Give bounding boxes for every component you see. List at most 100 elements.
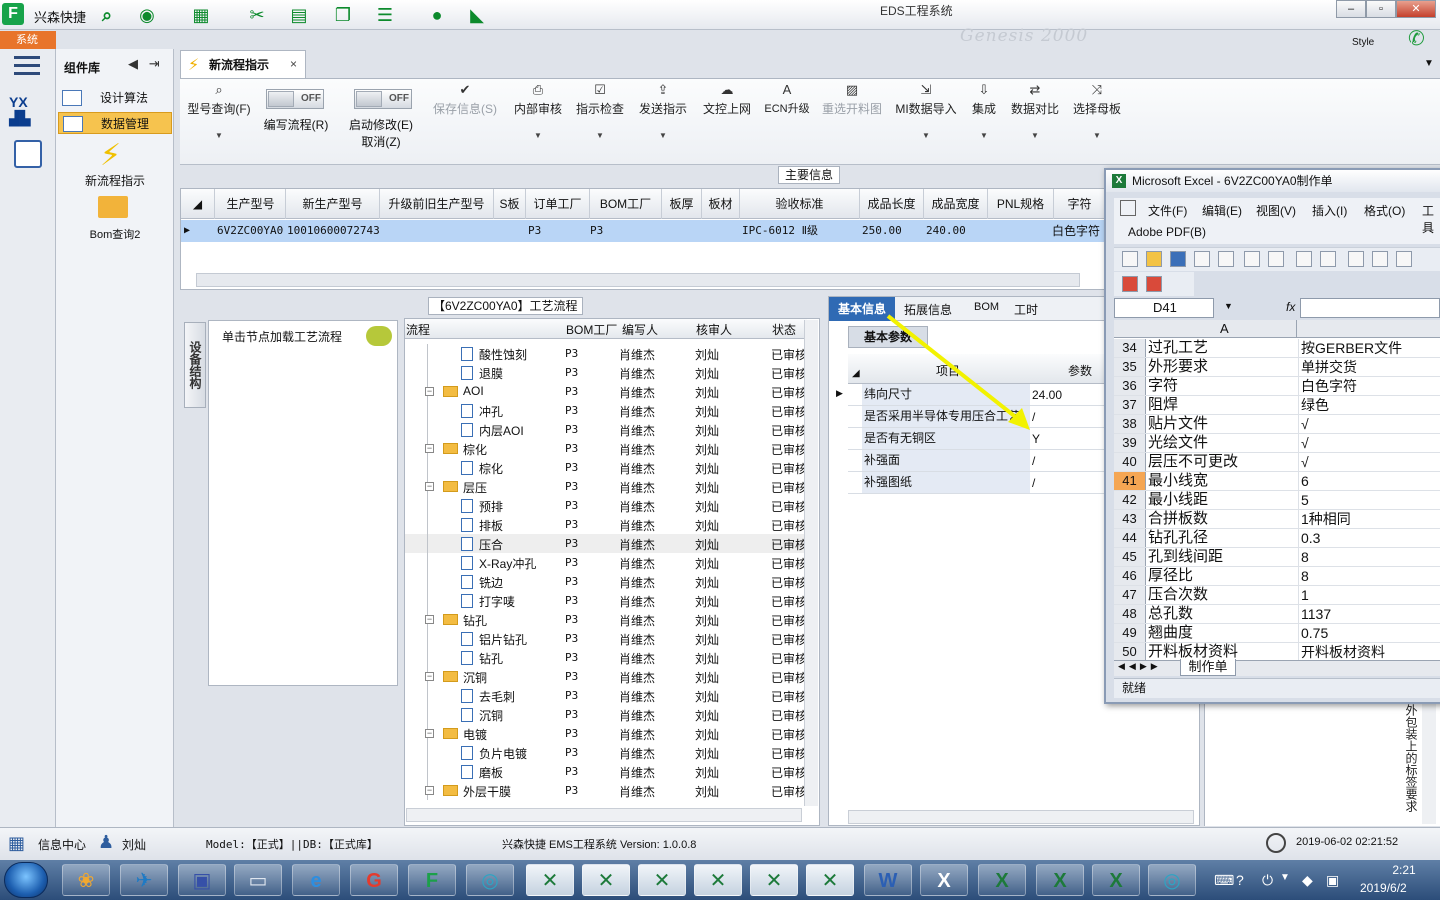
tray-time[interactable]: 2:21 (1374, 863, 1434, 877)
column-header[interactable]: 生产型号 (216, 189, 286, 219)
email-icon[interactable] (1218, 251, 1234, 267)
column-header[interactable]: 新生产型号 (286, 189, 380, 219)
cell-a[interactable]: 层压不可更改 (1148, 453, 1296, 471)
column-header[interactable]: 状态 (772, 321, 796, 338)
cell-new-model[interactable]: 10010600072743 (287, 220, 380, 242)
cell-standard[interactable]: IPC-6012 Ⅱ级 (742, 220, 818, 242)
table-row[interactable]: 磨板 P3 肖维杰 刘灿 已审核 (405, 762, 807, 781)
preview-icon[interactable] (1268, 251, 1284, 267)
column-header[interactable]: 字符 (1054, 189, 1106, 219)
table-row[interactable]: 打字唛 P3 肖维杰 刘灿 已审核 (405, 591, 807, 610)
globe-icon[interactable]: ◉ (134, 4, 160, 26)
taskbar-excel-icon[interactable]: X (978, 864, 1026, 896)
cell-b[interactable]: √ (1298, 415, 1440, 433)
table-row[interactable]: − 外层干膜 P3 肖维杰 刘灿 已审核 (405, 781, 807, 800)
cell-b[interactable]: √ (1298, 453, 1440, 471)
cell-order-factory[interactable]: P3 (528, 220, 541, 242)
horizontal-scrollbar[interactable] (406, 808, 802, 822)
taskbar-word-icon[interactable]: W (864, 864, 912, 896)
cell-a[interactable]: 压合次数 (1148, 586, 1296, 604)
minimize-button[interactable]: – (1336, 0, 1366, 18)
reselect-cut-button[interactable]: ▨ 重选开料图 (818, 82, 886, 117)
integrate-button[interactable]: ⇩ 集成 ▼ (966, 82, 1002, 140)
cell-b[interactable]: √ (1298, 434, 1440, 452)
expand-icon[interactable]: − (425, 444, 434, 453)
open-icon[interactable] (1146, 251, 1162, 267)
menu-icon[interactable] (14, 56, 40, 78)
tab-dropdown-icon[interactable]: ▼ (1424, 58, 1434, 69)
param-value[interactable]: / (1032, 454, 1035, 468)
info-center-link[interactable]: 信息中心 (38, 836, 86, 853)
restore-button[interactable]: ▫ (1366, 0, 1396, 18)
row-number[interactable]: 39 (1114, 434, 1146, 452)
write-process-toggle[interactable]: OFF (266, 89, 324, 109)
taskbar-excel-icon[interactable]: ✕ (638, 864, 686, 896)
table-row[interactable]: 去毛刺 P3 肖维杰 刘灿 已审核 (405, 686, 807, 705)
column-header[interactable]: 板厚 (662, 189, 702, 219)
taskbar-app-scanner-icon[interactable]: ▭ (234, 864, 282, 896)
column-header[interactable]: PNL规格 (988, 189, 1054, 219)
taskbar-app-disk-icon[interactable]: ▣ (178, 864, 226, 896)
cell-a[interactable]: 阻焊 (1148, 396, 1296, 414)
cell-bom-factory[interactable]: P3 (590, 220, 603, 242)
taskbar-excel-icon[interactable]: ✕ (806, 864, 854, 896)
cancel-label[interactable]: 取消(Z) (340, 133, 422, 150)
column-header[interactable]: BOM工厂 (590, 189, 662, 219)
taskbar-ie-icon[interactable]: e (292, 864, 340, 896)
instruction-check-button[interactable]: ☑ 指示检查 ▼ (572, 82, 628, 140)
taskbar-excel-icon[interactable]: X (1036, 864, 1084, 896)
list-icon[interactable]: ☰ (372, 4, 398, 26)
taskbar-eds-icon[interactable]: F (408, 864, 456, 896)
taskbar-excel-active-icon[interactable]: X (920, 864, 968, 896)
row-number[interactable]: 49 (1114, 624, 1146, 642)
row-number[interactable]: 37 (1114, 396, 1146, 414)
select-mother-board-button[interactable]: ⤨ 选择母板 ▼ (1068, 82, 1126, 140)
taskbar-app-bird-icon[interactable]: ✈ (120, 864, 168, 896)
cell-b[interactable]: 8 (1298, 567, 1440, 585)
column-header[interactable]: 流程 (406, 321, 430, 338)
cell-b[interactable]: 5 (1298, 491, 1440, 509)
expand-icon[interactable]: − (425, 615, 434, 624)
cell-a[interactable]: 孔到线间距 (1148, 548, 1296, 566)
cell-a[interactable]: 外形要求 (1148, 358, 1296, 376)
research-icon[interactable] (1320, 251, 1336, 267)
sheet-tab[interactable]: 制作单 (1180, 659, 1236, 676)
table-row[interactable]: 铣边 P3 肖维杰 刘灿 已审核 (405, 572, 807, 591)
taskbar-excel-icon[interactable]: ✕ (694, 864, 742, 896)
cell-a[interactable]: 字符 (1148, 377, 1296, 395)
column-header[interactable]: 验收标准 (740, 189, 860, 219)
table-row[interactable]: 压合 P3 肖维杰 刘灿 已审核 (405, 534, 807, 553)
row-number[interactable]: 47 (1114, 586, 1146, 604)
cell-a[interactable]: 合拼板数 (1148, 510, 1296, 528)
expand-icon[interactable]: − (425, 672, 434, 681)
column-header-a[interactable]: A (1220, 321, 1229, 336)
collapse-arrows-icon[interactable]: ◀ ⇥ (128, 56, 160, 72)
sheet-nav-icon[interactable]: ◀◀▶▶ (1118, 661, 1162, 672)
column-header[interactable]: 成品长度 (860, 189, 924, 219)
table-row[interactable]: 酸性蚀刻 P3 肖维杰 刘灿 已审核 (405, 344, 807, 363)
taskbar-eye-icon[interactable]: ◎ (1148, 864, 1196, 896)
row-number[interactable]: 36 (1114, 377, 1146, 395)
row-number[interactable]: 34 (1114, 339, 1146, 357)
cell-length[interactable]: 250.00 (862, 220, 902, 242)
ecn-upgrade-button[interactable]: A ECN升级 (762, 82, 812, 116)
taskbar-excel-icon[interactable]: ✕ (750, 864, 798, 896)
tab-equipment-structure[interactable]: 设备结构 (184, 322, 206, 408)
bom-query-tool[interactable]: Bom查询2 (80, 226, 150, 242)
cell-model[interactable]: 6V2ZC00YA0 (217, 220, 283, 242)
save-info-button[interactable]: ✔ 保存信息(S) (430, 82, 500, 117)
fx-icon[interactable]: fx (1286, 300, 1295, 314)
calculator-icon[interactable] (14, 140, 42, 168)
mi-import-button[interactable]: ⇲ MI数据导入 ▼ (892, 82, 960, 140)
cell-a[interactable]: 最小线宽 (1148, 472, 1296, 490)
cell-a[interactable]: 光绘文件 (1148, 434, 1296, 452)
table-row[interactable]: − 层压 P3 肖维杰 刘灿 已审核 (405, 477, 807, 496)
table-row[interactable]: 钻孔 P3 肖维杰 刘灿 已审核 (405, 648, 807, 667)
table-row[interactable]: 退膜 P3 肖维杰 刘灿 已审核 (405, 363, 807, 382)
cell-a[interactable]: 过孔工艺 (1148, 339, 1296, 357)
send-instruction-button[interactable]: ⇪ 发送指示 ▼ (634, 82, 692, 140)
cell-b[interactable]: 单拼交货 (1298, 358, 1440, 376)
shield-icon[interactable]: ◆ (1302, 872, 1313, 889)
menu-format[interactable]: 格式(O) (1364, 202, 1405, 219)
chat-bubble-icon[interactable] (366, 326, 392, 346)
